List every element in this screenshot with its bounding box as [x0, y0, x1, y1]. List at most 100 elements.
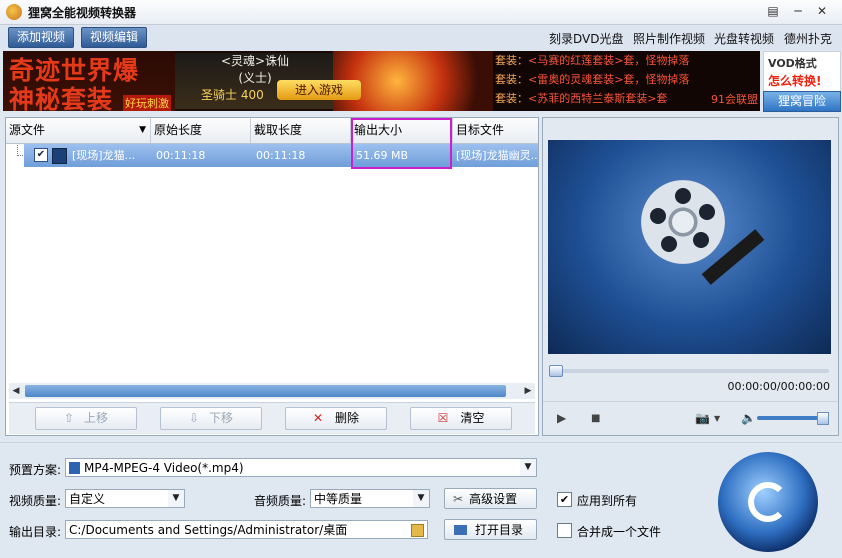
reel-hole [693, 232, 709, 248]
banner-play-button[interactable]: 进入游戏 [277, 80, 361, 100]
chevron-down-icon[interactable]: ▼ [714, 414, 720, 423]
folder-icon [454, 525, 467, 535]
banner-right: 套装：<马赛的红莲套装>套，怪物掉落 套装：<雷奥的灵魂套装>套，怪物掉落 套装… [493, 51, 760, 111]
banner-right-prefix-2: 套装： [495, 73, 528, 86]
reel-hole [699, 204, 715, 220]
banner-right-prefix-3: 套装： [495, 92, 528, 105]
video-quality-value: 自定义 [69, 492, 106, 506]
reel-hole [675, 188, 691, 204]
output-dir-field[interactable]: C:/Documents and Settings/Administrator/… [65, 520, 428, 539]
output-dir-value: C:/Documents and Settings/Administrator/… [69, 523, 348, 537]
scroll-right-icon[interactable]: ▶ [521, 383, 535, 399]
banner-mid-line-1: <灵魂>诛仙 [220, 54, 290, 68]
banner-left: 奇迹世界爆 神秘套装 好玩刺激 [3, 51, 175, 111]
title-bar: 狸窝全能视频转换器 ▤ ─ ✕ [0, 0, 842, 25]
advanced-settings-label: 高级设置 [469, 492, 518, 506]
vod-ad[interactable]: VOD格式 怎么转换! [763, 51, 841, 93]
delete-x-icon: ✕ [312, 411, 324, 425]
move-down-button[interactable]: ⇩ 下移 [160, 407, 262, 430]
header-cut-length[interactable]: 截取长度 [251, 118, 351, 143]
sort-down-icon: ▼ [139, 125, 146, 135]
header-source-label: 源文件 [9, 123, 46, 137]
banner-right-line-1: 套装：<马赛的红莲套装>套，怪物掉落 [493, 51, 760, 70]
minimize-button[interactable]: ─ [790, 4, 806, 19]
horizontal-scrollbar[interactable]: ◀ ▶ [9, 383, 535, 399]
header-original-length[interactable]: 原始长度 [151, 118, 251, 143]
delete-label: 删除 [335, 411, 360, 425]
refresh-icon [748, 482, 788, 522]
header-source[interactable]: 源文件 ▼ [6, 118, 151, 143]
film-reel-icon [641, 180, 725, 264]
apply-all-checkbox[interactable]: ✔ [557, 492, 572, 507]
edit-video-button[interactable]: 视频编辑 [81, 27, 147, 48]
help-button[interactable]: 狸窝冒险 [763, 91, 841, 112]
chevron-down-icon[interactable]: ▼ [168, 490, 184, 507]
close-button[interactable]: ✕ [814, 4, 830, 19]
time-display: 00:00:00/00:00:00 [727, 380, 830, 393]
preset-select[interactable]: MP4-MPEG-4 Video(*.mp4) ▼ [65, 458, 537, 477]
volume-knob[interactable] [817, 412, 829, 425]
move-up-button[interactable]: ⇧ 上移 [35, 407, 137, 430]
delete-button[interactable]: ✕ 删除 [285, 407, 387, 430]
preset-value: MP4-MPEG-4 Video(*.mp4) [84, 461, 244, 475]
output-dir-label: 输出目录: [9, 525, 62, 539]
chevron-down-icon[interactable]: ▼ [520, 459, 536, 476]
folder-browse-icon[interactable] [411, 524, 424, 537]
row-target-file: [现场]龙猫幽灵... [456, 149, 538, 162]
banner-right-prefix-1: 套装： [495, 54, 528, 67]
link-texas-poker[interactable]: 德州扑克 [784, 30, 832, 47]
output-size-highlight [351, 118, 452, 169]
convert-button[interactable] [718, 452, 818, 552]
tools-icon: ✂ [453, 492, 464, 506]
camera-icon[interactable]: 📷 [695, 411, 710, 425]
video-quality-label: 视频质量: [9, 494, 62, 508]
preset-label: 预置方案: [9, 463, 62, 477]
clear-icon: ☒ [437, 411, 449, 425]
row-source: [现场]龙猫... [72, 149, 136, 162]
seek-bar[interactable] [549, 369, 829, 373]
list-button-bar: ⇧ 上移 ⇩ 下移 ✕ 删除 ☒ 清空 [9, 402, 535, 434]
link-disc-to-video[interactable]: 光盘转视频 [714, 30, 774, 47]
table-row[interactable]: ✔ [现场]龙猫... 00:11:18 00:11:18 51.69 MB [… [24, 144, 538, 167]
banner-right-text-3: <苏菲的西特兰泰斯套装>套 [528, 92, 668, 105]
open-dir-button[interactable]: 打开目录 [444, 519, 537, 540]
stop-icon[interactable]: ■ [591, 413, 600, 424]
menu-icon[interactable]: ▤ [765, 4, 781, 19]
row-original-length: 00:11:18 [156, 149, 206, 162]
row-checkbox[interactable]: ✔ [34, 148, 48, 162]
banner-headline-2: 神秘套装 [9, 85, 114, 111]
clear-label: 清空 [460, 411, 485, 425]
merge-checkbox[interactable] [557, 523, 572, 538]
preset-format-icon [69, 462, 80, 474]
reel-hole [661, 236, 677, 252]
chevron-down-icon[interactable]: ▼ [413, 490, 429, 507]
clear-button[interactable]: ☒ 清空 [410, 407, 512, 430]
banner-right-line-2: 套装：<雷奥的灵魂套装>套，怪物掉落 [493, 70, 760, 89]
link-photo-video[interactable]: 照片制作视频 [633, 30, 705, 47]
row-cut-length: 00:11:18 [256, 149, 306, 162]
audio-quality-select[interactable]: 中等质量 ▼ [310, 489, 430, 508]
vod-ad-line-2: 怎么转换! [768, 74, 822, 88]
header-target-file[interactable]: 目标文件 [453, 118, 538, 143]
video-quality-select[interactable]: 自定义 ▼ [65, 489, 185, 508]
vod-ad-line-1: VOD格式 [768, 57, 817, 70]
scroll-thumb[interactable] [25, 385, 506, 397]
ad-banner[interactable]: 奇迹世界爆 神秘套装 好玩刺激 <灵魂>诛仙 (义士) 圣骑士 400 进入游戏… [3, 51, 760, 111]
file-list-panel: 源文件 ▼ 原始长度 截取长度 输出大小 目标文件 ✔ [现场]龙猫... 00:… [5, 117, 539, 436]
open-dir-label: 打开目录 [475, 523, 524, 537]
link-burn-dvd[interactable]: 刻录DVD光盘 [549, 30, 623, 47]
reel-hole [650, 208, 666, 224]
seek-knob[interactable] [549, 365, 563, 377]
app-window: 狸窝全能视频转换器 ▤ ─ ✕ 添加视频 视频编辑 刻录DVD光盘 照片制作视频… [0, 0, 842, 558]
merge-label: 合并成一个文件 [577, 525, 662, 539]
player-controls: ▶ ■ 📷 ▼ 🔈 [543, 401, 838, 435]
banner-tag: 好玩刺激 [123, 95, 171, 111]
move-down-label: 下移 [209, 411, 234, 425]
app-logo-icon [6, 4, 22, 20]
advanced-settings-button[interactable]: ✂ 高级设置 [444, 488, 537, 509]
scroll-left-icon[interactable]: ◀ [9, 383, 23, 399]
add-video-button[interactable]: 添加视频 [8, 27, 74, 48]
up-arrow-icon: ⇧ [63, 411, 75, 425]
play-icon[interactable]: ▶ [557, 411, 566, 425]
volume-icon[interactable]: 🔈 [741, 411, 756, 425]
